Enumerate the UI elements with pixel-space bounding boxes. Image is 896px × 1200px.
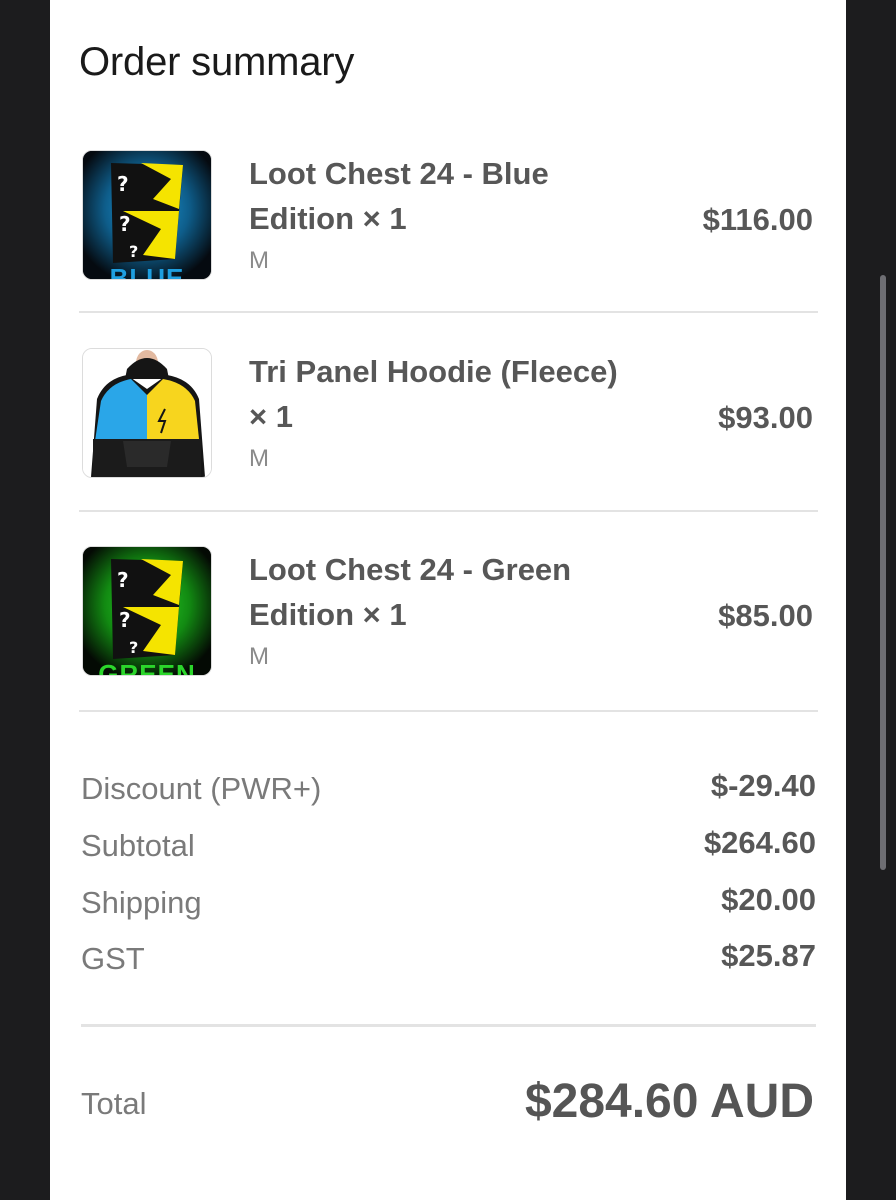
item-variant: M <box>249 643 269 670</box>
shipping-label: Shipping <box>81 885 202 920</box>
shipping-value: $20.00 <box>721 882 816 917</box>
loot-chest-blue-image: ? ? ? BLUE <box>82 150 212 280</box>
discount-label: Discount (PWR+) <box>81 771 322 806</box>
divider <box>79 510 818 512</box>
subtotal-row: Subtotal $264.60 <box>81 825 816 868</box>
shipping-row: Shipping $20.00 <box>81 882 816 925</box>
loot-chest-green-image: ? ? ? GREEN <box>82 546 212 676</box>
discount-value: $-29.40 <box>710 768 816 803</box>
item-name: Tri Panel Hoodie (Fleece) × 1 <box>249 354 618 434</box>
divider <box>81 1024 816 1027</box>
svg-text:?: ? <box>129 242 138 261</box>
subtotal-label: Subtotal <box>81 828 195 863</box>
hoodie-image <box>82 348 212 478</box>
divider <box>79 710 818 712</box>
gst-label: GST <box>81 941 145 976</box>
gst-value: $25.87 <box>721 938 816 973</box>
subtotal-value: $264.60 <box>703 825 816 860</box>
svg-text:?: ? <box>119 608 131 632</box>
page-title: Order summary <box>79 40 355 84</box>
svg-text:?: ? <box>117 172 129 196</box>
item-name: Loot Chest 24 - Blue Edition × 1 <box>249 156 549 236</box>
order-item: Tri Panel Hoodie (Fleece) × 1 M $93.00 <box>79 345 818 543</box>
item-price: $85.00 <box>718 598 813 633</box>
image-caption: BLUE <box>83 265 211 279</box>
scrollbar[interactable] <box>880 275 886 870</box>
total-value: $284.60 AUD <box>524 1075 814 1128</box>
item-variant: M <box>249 247 269 274</box>
total-label: Total <box>81 1086 147 1121</box>
divider <box>79 311 818 313</box>
item-price: $93.00 <box>718 400 813 435</box>
image-caption: GREEN <box>83 661 211 675</box>
item-price: $116.00 <box>702 202 813 237</box>
item-name: Loot Chest 24 - Green Edition × 1 <box>249 552 572 632</box>
discount-row: Discount (PWR+) $-29.40 <box>81 768 816 811</box>
svg-text:?: ? <box>129 638 138 657</box>
gst-row: GST $25.87 <box>81 938 816 981</box>
svg-text:?: ? <box>117 568 129 592</box>
svg-text:?: ? <box>119 212 131 236</box>
order-item: ? ? ? BLUE Loot Chest 24 - Blue Edition … <box>79 147 818 345</box>
order-summary-sheet: Order summary ? ? ? BLUE <box>50 0 846 1200</box>
item-variant: M <box>249 445 269 472</box>
